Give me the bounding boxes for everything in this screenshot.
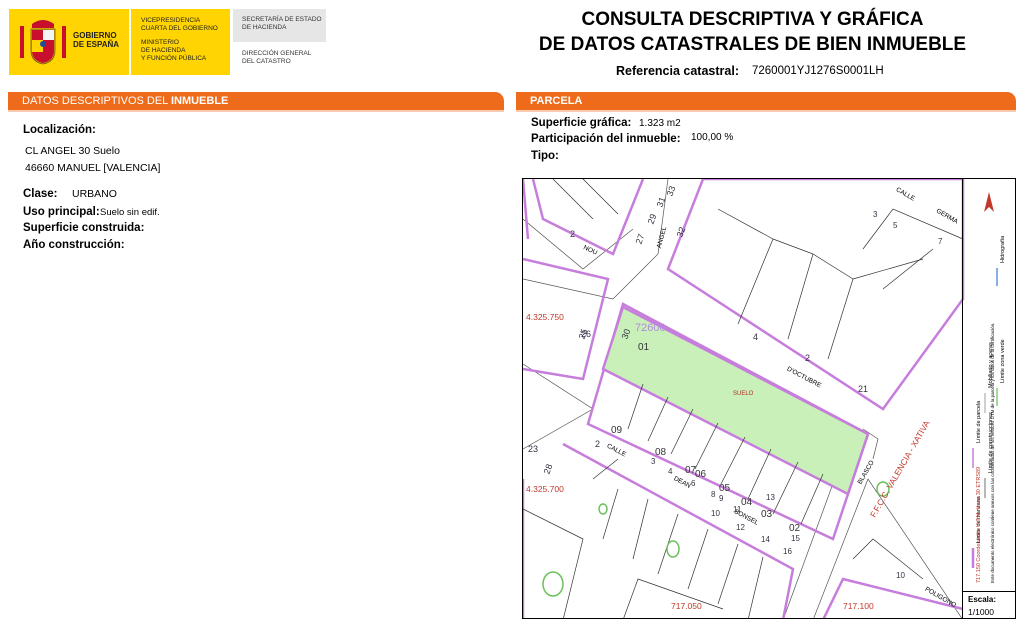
vicepresidency-text: VICEPRESIDENCIA CUARTA DEL GOBIERNO — [141, 17, 218, 32]
type-label: Tipo: — [531, 150, 559, 162]
main-use-label: Uso principal: — [23, 206, 100, 218]
scale-value: 1/1000 — [968, 607, 994, 617]
main-use-value: Suelo sin edif. — [100, 207, 160, 218]
map-number: 04 — [741, 497, 753, 508]
graphic-area-value: 1.323 m2 — [639, 118, 681, 129]
section-underline — [516, 110, 1016, 112]
section-underline — [8, 110, 504, 112]
directorate-text: DIRECCIÓN GENERAL DEL CATASTRO — [242, 50, 312, 65]
map-number: 3 — [873, 210, 878, 219]
class-value: URBANO — [72, 188, 117, 200]
map-number: 2 — [805, 353, 811, 363]
map-number: 4 — [668, 467, 673, 476]
map-number: 9 — [719, 494, 724, 503]
map-number: 13 — [766, 493, 775, 502]
cadastral-reference-value: 7260001YJ1276S0001LH — [752, 65, 884, 77]
construction-year-label: Año construcción: — [23, 239, 125, 251]
address-line-1: CL ANGEL 30 Suelo — [25, 145, 120, 157]
map-number: 5 — [893, 221, 898, 230]
legend-parcel-limit: Límite de parcela — [976, 400, 982, 443]
map-number: 03 — [761, 509, 773, 520]
map-number: 4 — [753, 332, 759, 342]
map-number: 21 — [858, 384, 869, 394]
parcel-section-header: PARCELA — [516, 92, 1016, 110]
map-number: 02 — [789, 523, 801, 534]
coat-of-arms-icon — [20, 20, 66, 65]
cadastral-reference-label: Referencia catastral: — [616, 64, 739, 78]
participation-label: Participación del inmueble: — [531, 133, 681, 145]
class-label: Clase: — [23, 188, 58, 200]
legend-coordinates-note: 717.150 Coordenadas U.T.M. Huso 30 ETRS8… — [976, 466, 982, 583]
map-number: 23 — [528, 444, 539, 454]
parcel-use-label: SUELO — [733, 391, 754, 397]
map-number: 15 — [791, 534, 800, 543]
ministry-block: VICEPRESIDENCIA CUARTA DEL GOBIERNO MINI… — [131, 9, 230, 75]
map-number: 09 — [611, 425, 623, 436]
government-logo-block: GOBIERNO DE ESPAÑA — [9, 9, 129, 75]
map-number: 10 — [896, 571, 905, 580]
coordinate-x-left: 717.050 — [671, 601, 702, 611]
north-arrow-icon — [984, 192, 994, 212]
map-number: 3 — [651, 457, 656, 466]
government-name: GOBIERNO DE ESPAÑA — [73, 31, 120, 49]
map-number: 05 — [719, 483, 731, 494]
map-number: 26 — [581, 329, 592, 339]
descriptive-data-section-header: DATOS DESCRIPTIVOS DEL INMUEBLE — [8, 92, 504, 110]
map-number: 6 — [691, 479, 696, 488]
legend-hydrography: Hidrografía — [1000, 235, 1006, 263]
secretariat-block: SECRETARÍA DE ESTADO DE HACIENDA — [233, 9, 326, 42]
scale-label: Escala: — [968, 595, 997, 604]
map-number: 08 — [655, 447, 667, 458]
coordinate-x-right: 717.100 — [843, 601, 874, 611]
coordinate-y-top: 4.325.750 — [526, 312, 564, 322]
ministry-text: MINISTERIO DE HACIENDA Y FUNCIÓN PÚBLICA — [141, 39, 207, 62]
legend-green-zone: Límite zona verde — [1000, 339, 1006, 383]
map-number: 10 — [711, 509, 720, 518]
map-number: 16 — [783, 547, 792, 556]
address-line-2: 46660 MANUEL [VALENCIA] — [25, 162, 161, 174]
directorate-block: DIRECCIÓN GENERAL DEL CATASTRO — [233, 43, 326, 75]
map-number: 8 — [711, 490, 716, 499]
coordinate-y-bottom: 4.325.700 — [526, 484, 564, 494]
map-number: 14 — [761, 535, 770, 544]
graphic-area-label: Superficie gráfica: — [531, 117, 632, 129]
built-area-label: Superficie construida: — [23, 222, 145, 234]
location-label: Localización: — [23, 124, 96, 136]
legend-document-note: Este documento electrónico contiene anex… — [990, 322, 995, 583]
parcel-reference: 72600 — [635, 322, 666, 334]
parcel-shape — [601, 305, 870, 496]
map-number: 12 — [736, 523, 745, 532]
map-number: 2 — [595, 439, 601, 449]
map-number: 7 — [938, 237, 943, 246]
map-number: 11 — [733, 505, 742, 514]
map-number: 06 — [695, 469, 707, 480]
participation-value: 100,00 % — [691, 132, 734, 143]
cadastral-map: 72600 01 SUELO 4.325.750 4.325.700 717.0… — [522, 178, 1016, 619]
page-title: CONSULTA DESCRIPTIVA Y GRÁFICA DE DATOS … — [538, 9, 967, 55]
secretariat-text: SECRETARÍA DE ESTADO DE HACIENDA — [242, 16, 322, 31]
scale-box: Escala: 1/1000 — [962, 591, 1016, 619]
parcel-number: 01 — [638, 342, 650, 353]
map-number: 2 — [570, 229, 576, 239]
map-legend: Límite de manzana Límite de parcela Lími… — [962, 178, 1016, 591]
